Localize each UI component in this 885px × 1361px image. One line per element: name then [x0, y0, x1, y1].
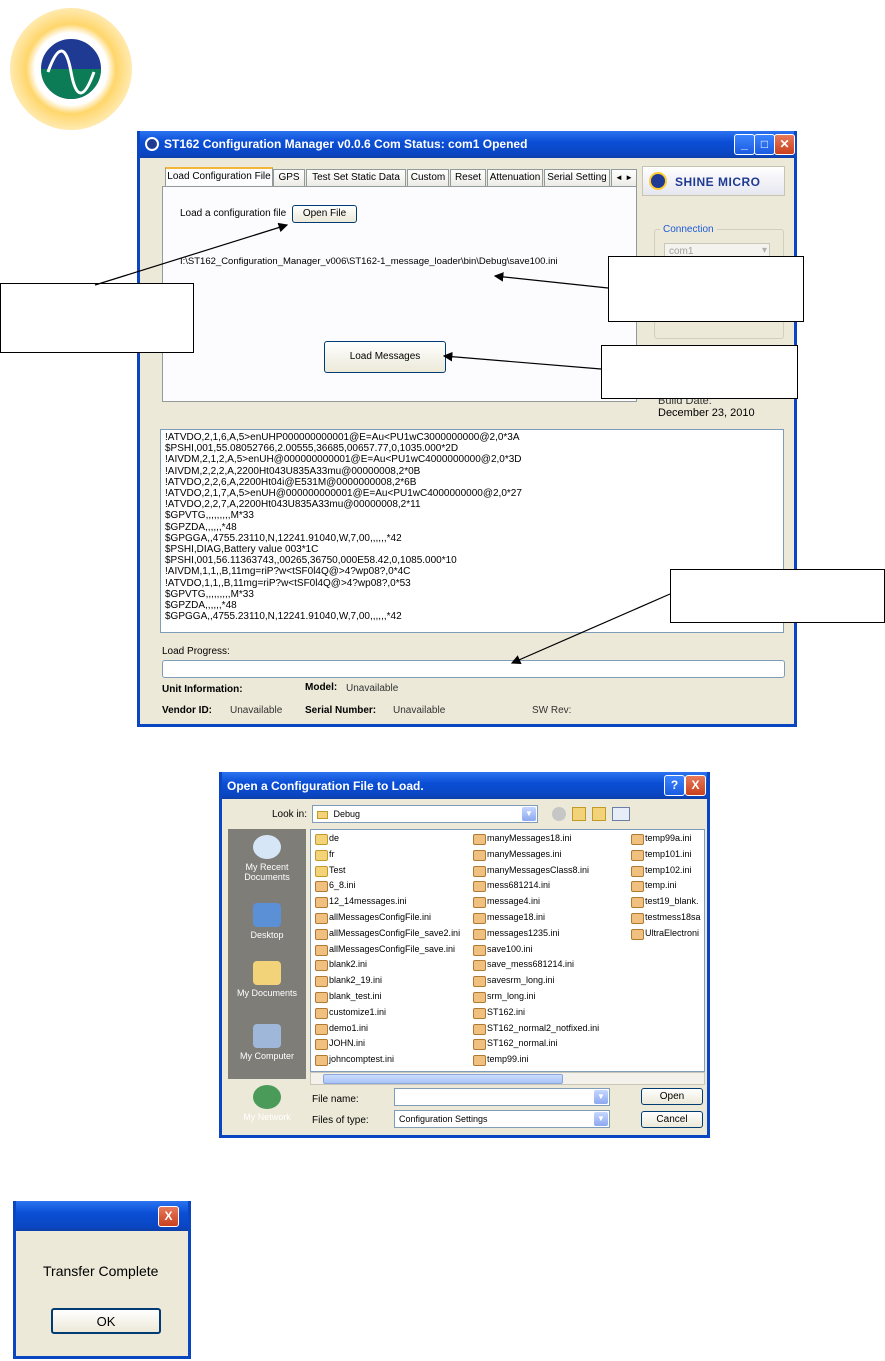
help-button[interactable]: ? — [664, 775, 685, 796]
folder-item[interactable]: fr — [315, 848, 335, 861]
message-close-button[interactable]: X — [158, 1206, 179, 1227]
chevron-down-icon: ▼ — [522, 807, 536, 821]
open-button[interactable]: Open — [641, 1088, 703, 1105]
file-type-select[interactable]: Configuration Settings ▼ — [394, 1110, 610, 1128]
file-item[interactable]: johncomptest.ini — [315, 1053, 394, 1067]
file-item[interactable]: 12_14messages.ini — [315, 895, 407, 909]
horizontal-scrollbar[interactable] — [310, 1072, 705, 1085]
file-item[interactable]: temp99.ini — [473, 1053, 529, 1067]
cancel-button[interactable]: Cancel — [641, 1111, 703, 1128]
desktop-icon — [253, 903, 281, 927]
file-item[interactable]: manyMessagesClass8.ini — [473, 864, 589, 877]
file-item[interactable]: test19_blank. — [631, 895, 699, 909]
chevron-down-icon: ▼ — [594, 1112, 608, 1126]
file-item[interactable]: allMessagesConfigFile.ini — [315, 911, 431, 924]
file-item[interactable]: mess681214.ini — [473, 879, 550, 893]
folder-item[interactable]: de — [315, 832, 339, 845]
dialog-title: Open a Configuration File to Load. — [227, 779, 424, 793]
file-item[interactable]: UltraElectroni — [631, 927, 699, 940]
file-item[interactable]: testmess18sa — [631, 911, 701, 924]
file-item[interactable]: ST162.ini — [473, 1006, 525, 1019]
file-item[interactable]: allMessagesConfigFile_save2.ini — [315, 927, 460, 940]
file-item[interactable]: savesrm_long.ini — [473, 974, 555, 988]
file-item[interactable]: manyMessages18.ini — [473, 832, 572, 845]
look-in-value: Debug — [333, 809, 361, 819]
file-item[interactable]: blank_test.ini — [315, 990, 382, 1003]
file-item[interactable]: save_mess681214.ini — [473, 958, 574, 972]
my-network-icon — [253, 1085, 281, 1109]
file-type-value: Configuration Settings — [399, 1114, 488, 1124]
dialog-close-button[interactable]: X — [685, 775, 706, 796]
folder-item[interactable]: Test — [315, 864, 346, 877]
new-folder-icon[interactable] — [592, 807, 606, 821]
my-computer-icon — [253, 1024, 281, 1048]
file-name-input[interactable]: ▼ — [394, 1088, 610, 1106]
file-item[interactable]: temp99a.ini — [631, 832, 692, 845]
places-my-computer[interactable]: My Computer — [228, 1024, 306, 1061]
scroll-thumb[interactable] — [323, 1074, 563, 1084]
file-item[interactable]: manyMessages.ini — [473, 848, 562, 861]
places-desktop[interactable]: Desktop — [228, 903, 306, 940]
up-folder-icon[interactable] — [572, 807, 586, 821]
file-item[interactable]: temp102.ini — [631, 864, 692, 877]
callout-arrows — [94, 222, 671, 665]
folder-icon — [317, 810, 328, 819]
my-documents-icon — [253, 961, 281, 985]
file-item[interactable]: customize1.ini — [315, 1006, 386, 1019]
transfer-complete-dialog: X Transfer Complete OK — [13, 1201, 191, 1359]
places-my-documents[interactable]: My Documents — [228, 961, 306, 998]
recent-documents-icon — [253, 835, 281, 859]
back-icon[interactable] — [552, 807, 566, 821]
file-item[interactable]: blank2.ini — [315, 958, 367, 972]
file-name-label: File name: — [312, 1094, 359, 1105]
message-title-bar[interactable]: X — [16, 1201, 188, 1231]
file-item[interactable]: save100.ini — [473, 943, 533, 956]
file-item[interactable]: message4.ini — [473, 895, 540, 909]
file-list[interactable]: de fr Test 6_8.ini 12_14messages.ini allMessa… — [310, 829, 705, 1072]
places-my-network[interactable]: My Network — [228, 1085, 306, 1122]
transfer-message: Transfer Complete — [43, 1263, 159, 1279]
file-item[interactable]: blank2_19.ini — [315, 974, 382, 988]
file-item[interactable]: JOHN.ini — [315, 1037, 365, 1051]
file-item[interactable]: ST162_normal2_notfixed.ini — [473, 1022, 599, 1035]
file-item[interactable]: temp101.ini — [631, 848, 692, 861]
file-item[interactable]: demo1.ini — [315, 1022, 368, 1035]
look-in-select[interactable]: Debug ▼ — [312, 805, 538, 823]
file-item[interactable]: message18.ini — [473, 911, 545, 924]
places-recent[interactable]: My Recent Documents — [228, 835, 306, 882]
file-type-label: Files of type: — [312, 1115, 369, 1126]
file-item[interactable]: allMessagesConfigFile_save.ini — [315, 943, 455, 956]
chevron-down-icon: ▼ — [594, 1090, 608, 1104]
view-menu-icon[interactable] — [612, 807, 630, 821]
file-item[interactable]: 6_8.ini — [315, 879, 356, 893]
file-item[interactable]: temp.ini — [631, 879, 677, 893]
dialog-title-bar[interactable]: Open a Configuration File to Load. ? X — [222, 772, 707, 799]
file-item[interactable]: ST162_normal.ini — [473, 1037, 558, 1051]
places-bar: My Recent Documents Desktop My Documents… — [228, 829, 306, 1122]
look-in-label: Look in: — [272, 809, 308, 820]
ok-button[interactable]: OK — [51, 1308, 161, 1334]
file-item[interactable]: messages1235.ini — [473, 927, 560, 940]
file-item[interactable]: srm_long.ini — [473, 990, 536, 1003]
open-file-dialog: Open a Configuration File to Load. ? X L… — [219, 772, 710, 1138]
